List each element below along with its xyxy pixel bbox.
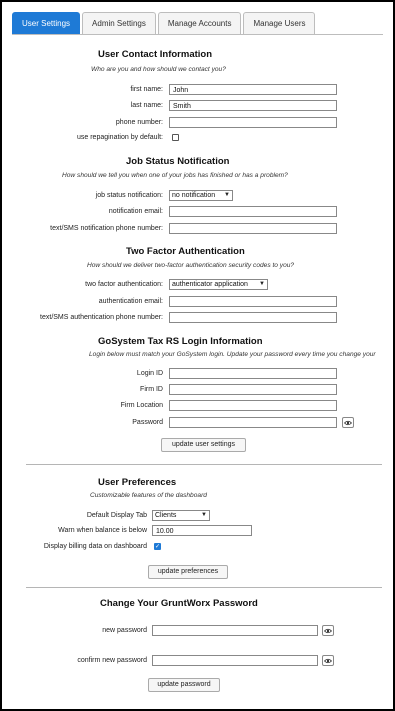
two-factor-section-subtitle: How should we deliver two-factor authent… [87, 262, 295, 269]
password-section-title: Change Your GruntWorx Password [100, 598, 258, 609]
warn-balance-input[interactable]: 10.00 [152, 525, 252, 536]
confirm-password-input[interactable] [152, 655, 318, 666]
update-preferences-button[interactable]: update preferences [148, 565, 228, 579]
firm-id-label: Firm ID [140, 386, 163, 393]
billing-data-checkbox[interactable]: ✓ [154, 543, 161, 550]
last-name-input[interactable]: Smith [169, 100, 337, 111]
section-divider [26, 587, 382, 588]
eye-icon[interactable] [322, 655, 334, 666]
two-factor-method-label: two factor authentication: [85, 281, 163, 288]
new-password-input[interactable] [152, 625, 318, 636]
job-status-section-subtitle: How should we tell you when one of your … [62, 172, 288, 179]
update-password-button[interactable]: update password [148, 678, 220, 692]
authentication-email-input[interactable] [169, 296, 337, 307]
job-status-section-title: Job Status Notification [126, 156, 230, 167]
default-display-tab-value: Clients [155, 512, 177, 519]
notification-email-input[interactable] [169, 206, 337, 217]
job-status-notification-label: job status notification: [95, 192, 163, 199]
settings-panel: User Settings Admin Settings Manage Acco… [0, 0, 395, 711]
preferences-section-title: User Preferences [98, 477, 177, 488]
new-password-label: new password [102, 627, 147, 634]
firm-id-input[interactable] [169, 384, 337, 395]
two-factor-method-select[interactable]: authenticator application ▼ [169, 279, 268, 290]
eye-icon[interactable] [322, 625, 334, 636]
phone-number-label: phone number: [115, 119, 163, 126]
authentication-email-label: authentication email: [98, 298, 163, 305]
repagination-checkbox[interactable] [172, 134, 179, 141]
tab-manage-accounts[interactable]: Manage Accounts [157, 12, 242, 34]
preferences-section-subtitle: Customizable features of the dashboard [90, 492, 207, 499]
login-id-input[interactable] [169, 368, 337, 379]
last-name-label: last name: [130, 102, 163, 109]
gosystem-password-label: Password [132, 419, 163, 426]
phone-number-input[interactable] [169, 117, 337, 128]
warn-balance-label: Warn when balance is below [58, 527, 147, 534]
update-user-settings-button[interactable]: update user settings [161, 438, 246, 452]
sms-authentication-label: text/SMS authentication phone number: [40, 314, 163, 321]
chevron-down-icon: ▼ [224, 192, 230, 198]
tab-divider [12, 34, 383, 35]
default-display-tab-label: Default Display Tab [86, 512, 147, 519]
tab-bar: User Settings Admin Settings Manage Acco… [12, 12, 316, 34]
notification-email-label: notification email: [108, 208, 163, 215]
two-factor-section-title: Two Factor Authentication [126, 246, 245, 257]
checkmark-icon: ✓ [155, 544, 161, 550]
contact-section-subtitle: Who are you and how should we contact yo… [91, 66, 226, 73]
tab-admin-settings[interactable]: Admin Settings [82, 12, 156, 34]
chevron-down-icon: ▼ [259, 281, 265, 287]
two-factor-method-value: authenticator application [172, 281, 248, 288]
gosystem-password-input[interactable] [169, 417, 337, 428]
job-status-notification-select[interactable]: no notification ▼ [169, 190, 233, 201]
repagination-label: use repagination by default: [76, 134, 163, 141]
sms-notification-input[interactable] [169, 223, 337, 234]
login-id-label: Login ID [136, 370, 163, 377]
billing-data-label: Display billing data on dashboard [43, 543, 147, 550]
eye-icon[interactable] [342, 417, 354, 428]
tab-manage-users[interactable]: Manage Users [243, 12, 316, 34]
firm-location-input[interactable] [169, 400, 337, 411]
tab-user-settings[interactable]: User Settings [12, 12, 81, 34]
confirm-password-label: confirm new password [77, 657, 147, 664]
section-divider [26, 464, 382, 465]
sms-authentication-input[interactable] [169, 312, 337, 323]
default-display-tab-select[interactable]: Clients ▼ [152, 510, 210, 521]
first-name-input[interactable]: John [169, 84, 337, 95]
gosystem-section-title: GoSystem Tax RS Login Information [98, 336, 263, 347]
chevron-down-icon: ▼ [201, 512, 207, 518]
first-name-label: first name: [130, 86, 163, 93]
job-status-notification-value: no notification [172, 192, 216, 199]
firm-location-label: Firm Location [120, 402, 163, 409]
sms-notification-label: text/SMS notification phone number: [50, 225, 163, 232]
contact-section-title: User Contact Information [98, 49, 213, 60]
gosystem-section-subtitle: Login below must match your GoSystem log… [89, 351, 376, 358]
